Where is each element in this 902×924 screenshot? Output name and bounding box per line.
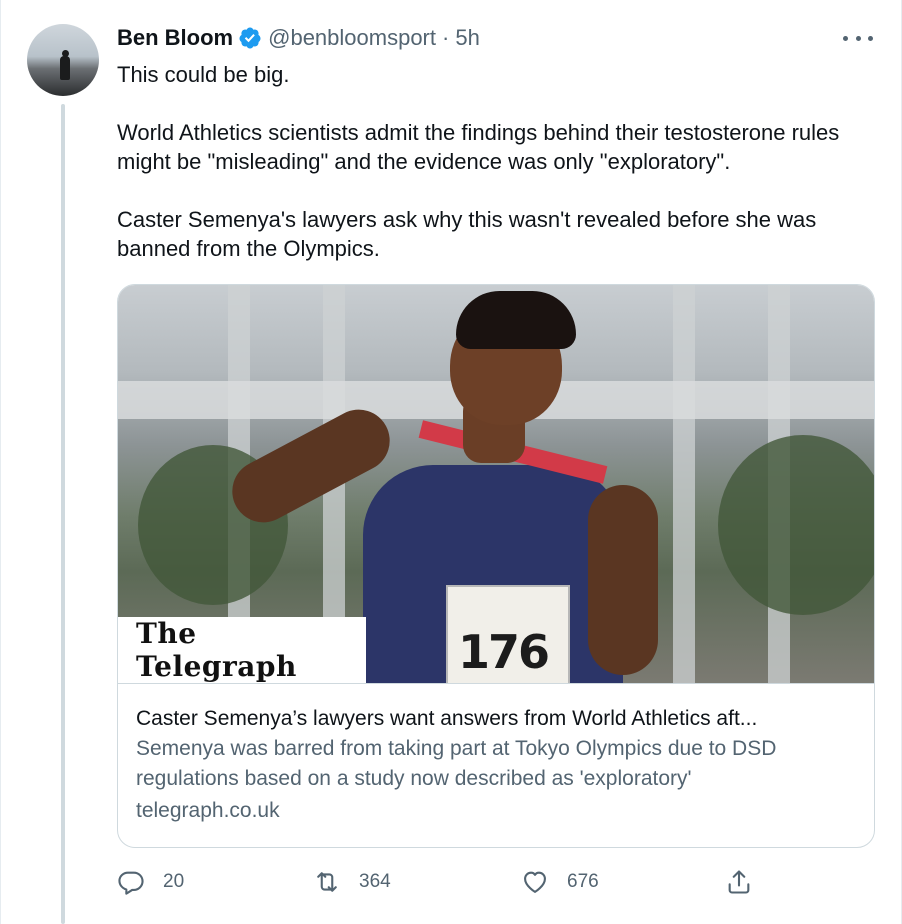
share-icon [728, 870, 750, 894]
athlete-hair [456, 291, 576, 349]
publisher-logo-text: The Telegraph [136, 617, 297, 683]
avatar-figure [60, 56, 70, 80]
timestamp[interactable]: 5h [455, 25, 479, 51]
tweet-text-line: Caster Semenya's lawyers ask why this wa… [117, 207, 817, 261]
tweet-text: This could be big. World Athletics scien… [117, 60, 877, 263]
thread-line [61, 104, 65, 924]
tweet-actions: 20 364 676 [117, 866, 877, 898]
avatar[interactable] [27, 24, 99, 96]
heart-icon [524, 871, 546, 893]
card-domain: telegraph.co.uk [136, 799, 280, 822]
more-dot [855, 35, 861, 41]
athlete-arm [588, 485, 658, 675]
author-handle[interactable]: @benbloomsport [268, 25, 436, 51]
more-options-icon[interactable] [843, 26, 873, 50]
share-button[interactable] [725, 866, 771, 898]
more-dot [843, 35, 848, 41]
bib-number: 176 [458, 625, 550, 679]
reply-icon [118, 871, 144, 895]
author-name[interactable]: Ben Bloom [117, 25, 233, 51]
background-pole [673, 285, 695, 683]
reply-count: 20 [163, 871, 185, 892]
tweet[interactable]: Ben Bloom @benbloomsport · 5h This could… [0, 0, 902, 924]
background-tree [718, 435, 874, 615]
card-description: Semenya was barred from taking part at T… [136, 737, 777, 790]
card-meta[interactable]: Caster Semenya’s lawyers want answers fr… [118, 683, 874, 847]
card-headline: Caster Semenya’s lawyers want answers fr… [136, 707, 758, 730]
retweet-count: 364 [359, 871, 391, 892]
like-count: 676 [567, 871, 599, 892]
separator-dot: · [442, 25, 450, 50]
like-button[interactable]: 676 [521, 866, 599, 898]
retweet-button[interactable]: 364 [313, 866, 391, 898]
publisher-logo: The Telegraph [118, 617, 366, 683]
card-image[interactable]: 176 The Telegraph [118, 285, 874, 683]
more-dot [868, 35, 873, 41]
link-card[interactable]: 176 The Telegraph Caster Semenya’s lawye… [117, 284, 875, 848]
tweet-text-line: This could be big. [117, 62, 290, 87]
tweet-text-line: World Athletics scientists admit the fin… [117, 120, 840, 174]
reply-button[interactable]: 20 [117, 866, 184, 898]
tweet-header: Ben Bloom @benbloomsport · 5h [117, 24, 480, 52]
retweet-icon [317, 872, 337, 892]
verified-badge-icon [239, 27, 261, 49]
